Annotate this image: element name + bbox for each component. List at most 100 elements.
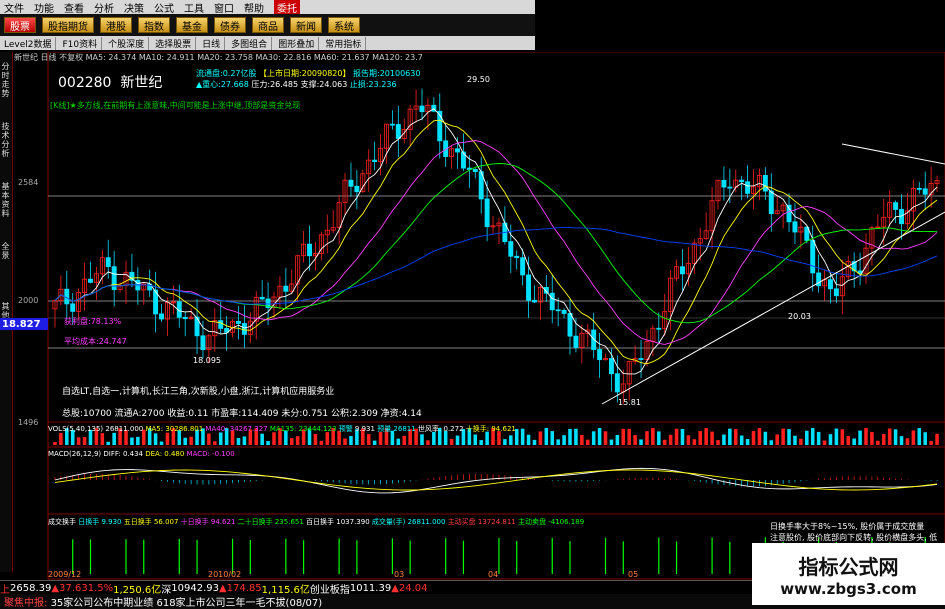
candle-body [745, 181, 751, 194]
subbar-item-7[interactable]: 常用指标 [325, 36, 367, 50]
menu-item-1[interactable]: 功能 [34, 0, 54, 15]
candle-body [372, 159, 378, 163]
macd_head-fragment: MACD: -0.100 [184, 450, 235, 458]
turnover-panel-head: 成交换手 日换手 9.930 五日换手 56.007 十日换手 94.621 二… [48, 517, 768, 527]
candle-body [762, 174, 768, 192]
price-label-mid: 2000 [18, 296, 39, 305]
candle-body [828, 279, 833, 290]
candle-body [597, 349, 603, 361]
candle-body [218, 320, 224, 329]
subbar-item-0[interactable]: Level2数据 [4, 36, 57, 50]
date-label: 05 [628, 570, 638, 579]
vtab-1[interactable]: 技术分析 [1, 122, 11, 158]
date-label: 2010/02 [208, 570, 241, 579]
category-toolbar: 股票 股指期货 港股 指数 基金 债券 商品 新闻 系统 [0, 14, 535, 36]
candle-body [561, 309, 567, 314]
toolbar-button-4[interactable]: 基金 [176, 17, 208, 33]
vol_head-fragment: 十换手: 94.621 [463, 425, 516, 433]
vol_head-fragment: 世风率: 0.272 [415, 425, 464, 433]
cursor-price-tag: 18.827 [0, 318, 48, 330]
candle-body [389, 123, 395, 126]
menu-item-3[interactable]: 分析 [94, 0, 114, 15]
candle-body [614, 373, 620, 393]
candle-body [792, 221, 798, 233]
menu-bar: 文件 功能 查看 分析 决策 公式 工具 窗口 帮助 委托 [0, 0, 535, 15]
subbar-item-3[interactable]: 选择股票 [155, 36, 197, 50]
candle-body [786, 204, 792, 223]
menu-item-7[interactable]: 窗口 [214, 0, 234, 15]
low-price-note-1: 18.095 [193, 356, 221, 365]
news-tag: 聚焦中报: [4, 598, 48, 609]
subbar-item-1[interactable]: F10资料 [62, 36, 103, 50]
bottom_head-fragment: 主动买盘 13724.811 [445, 518, 516, 526]
status-fragment: ▲37.63 [51, 582, 88, 594]
vtab-3[interactable]: 全景 [1, 242, 11, 260]
vtab-0[interactable]: 分时走势 [1, 62, 11, 98]
vol_head-fragment: MA5: 30286.801 [143, 425, 204, 433]
menu-item-6[interactable]: 工具 [184, 0, 204, 15]
profit-ratio: 获利盘:78.13% [64, 317, 122, 326]
subbar-item-4[interactable]: 日线 [202, 36, 226, 50]
candle-body [532, 299, 537, 303]
toolbar-button-6[interactable]: 商品 [252, 17, 284, 33]
candle-body [638, 358, 644, 360]
candle-body [395, 124, 401, 139]
vtab-2[interactable]: 基本资料 [1, 182, 11, 218]
candle-body [105, 257, 111, 268]
toolbar-button-3[interactable]: 指数 [138, 17, 170, 33]
candle-body [159, 313, 164, 320]
candle-body [455, 148, 460, 153]
watermark-title: 指标公式网 [798, 554, 899, 579]
candle-body [608, 358, 614, 375]
menu-item-8[interactable]: 帮助 [244, 0, 264, 15]
subbar-item-5[interactable]: 多图组合 [231, 36, 273, 50]
toolbar-button-7[interactable]: 新闻 [290, 17, 322, 33]
toolbar-button-1[interactable]: 股指期货 [42, 17, 94, 33]
menu-item-2[interactable]: 查看 [64, 0, 84, 15]
candle-body [555, 309, 561, 312]
candle-body [259, 296, 265, 300]
tip-line: 日换手率大于8%~15%, 股价属于成交放量 [770, 522, 925, 531]
candle-body [810, 239, 816, 274]
toolbar-button-5[interactable]: 债券 [214, 17, 246, 33]
vol_head-fragment: MA40: 34267.327 [203, 425, 268, 433]
toolbar-button-8[interactable]: 系统 [328, 17, 360, 33]
bottom_head-fragment: 成交换手 [48, 518, 76, 526]
candle-body [739, 179, 745, 183]
subbar-item-6[interactable]: 图形叠加 [278, 36, 320, 50]
menu-item-0[interactable]: 文件 [4, 0, 24, 15]
candle-body [549, 292, 555, 311]
volume-panel-head: VOLS(5,40,135) 26811.000 MA5: 30286.801 … [48, 424, 938, 434]
candle-body [922, 188, 928, 195]
menu-item-9[interactable]: 委托 [274, 0, 300, 15]
ma10-line [54, 119, 938, 365]
subbar-item-2[interactable]: 个股深度 [108, 36, 150, 50]
candle-body [70, 303, 76, 312]
toolbar-button-0[interactable]: 股票 [4, 17, 36, 33]
candle-body [88, 278, 93, 283]
macd-panel-head: MACD(26,12,9) DIFF: 0.434 DEA: 0.480 MAC… [48, 450, 748, 460]
bottom_head-fragment: 五日换手 56.007 [121, 518, 179, 526]
watermark-url: www.zbgs3.com [780, 579, 917, 598]
menu-item-5[interactable]: 公式 [154, 0, 174, 15]
candle-body [348, 179, 354, 187]
candle-body [182, 316, 188, 320]
toolbar-button-2[interactable]: 港股 [100, 17, 132, 33]
macd_head-fragment: DIFF: 0.434 [101, 450, 143, 458]
bottom_head-fragment: 十日换手 94.621 [178, 518, 236, 526]
candle-body [567, 313, 573, 337]
finance-text: 总股:10700 流通A:2700 收益:0.11 市盈率:114.409 未分… [62, 409, 422, 419]
candle-body [520, 257, 526, 276]
concept-text: 自选LT,自选一,计算机,长江三角,次新股,小盘,浙江,计算机应用服务业 [62, 387, 335, 397]
candle-body [283, 285, 289, 292]
vol_head-fragment: 9.931 [352, 425, 375, 433]
candle-body [307, 243, 312, 257]
date-label: 2009/12 [48, 570, 81, 579]
candle-body [573, 335, 579, 348]
candle-body [200, 335, 206, 351]
trend-line-support [601, 211, 945, 405]
menu-item-4[interactable]: 决策 [124, 0, 144, 15]
candle-body [526, 274, 532, 301]
macd_head-fragment: DEA: 0.480 [142, 450, 185, 458]
candle-body [472, 168, 478, 173]
